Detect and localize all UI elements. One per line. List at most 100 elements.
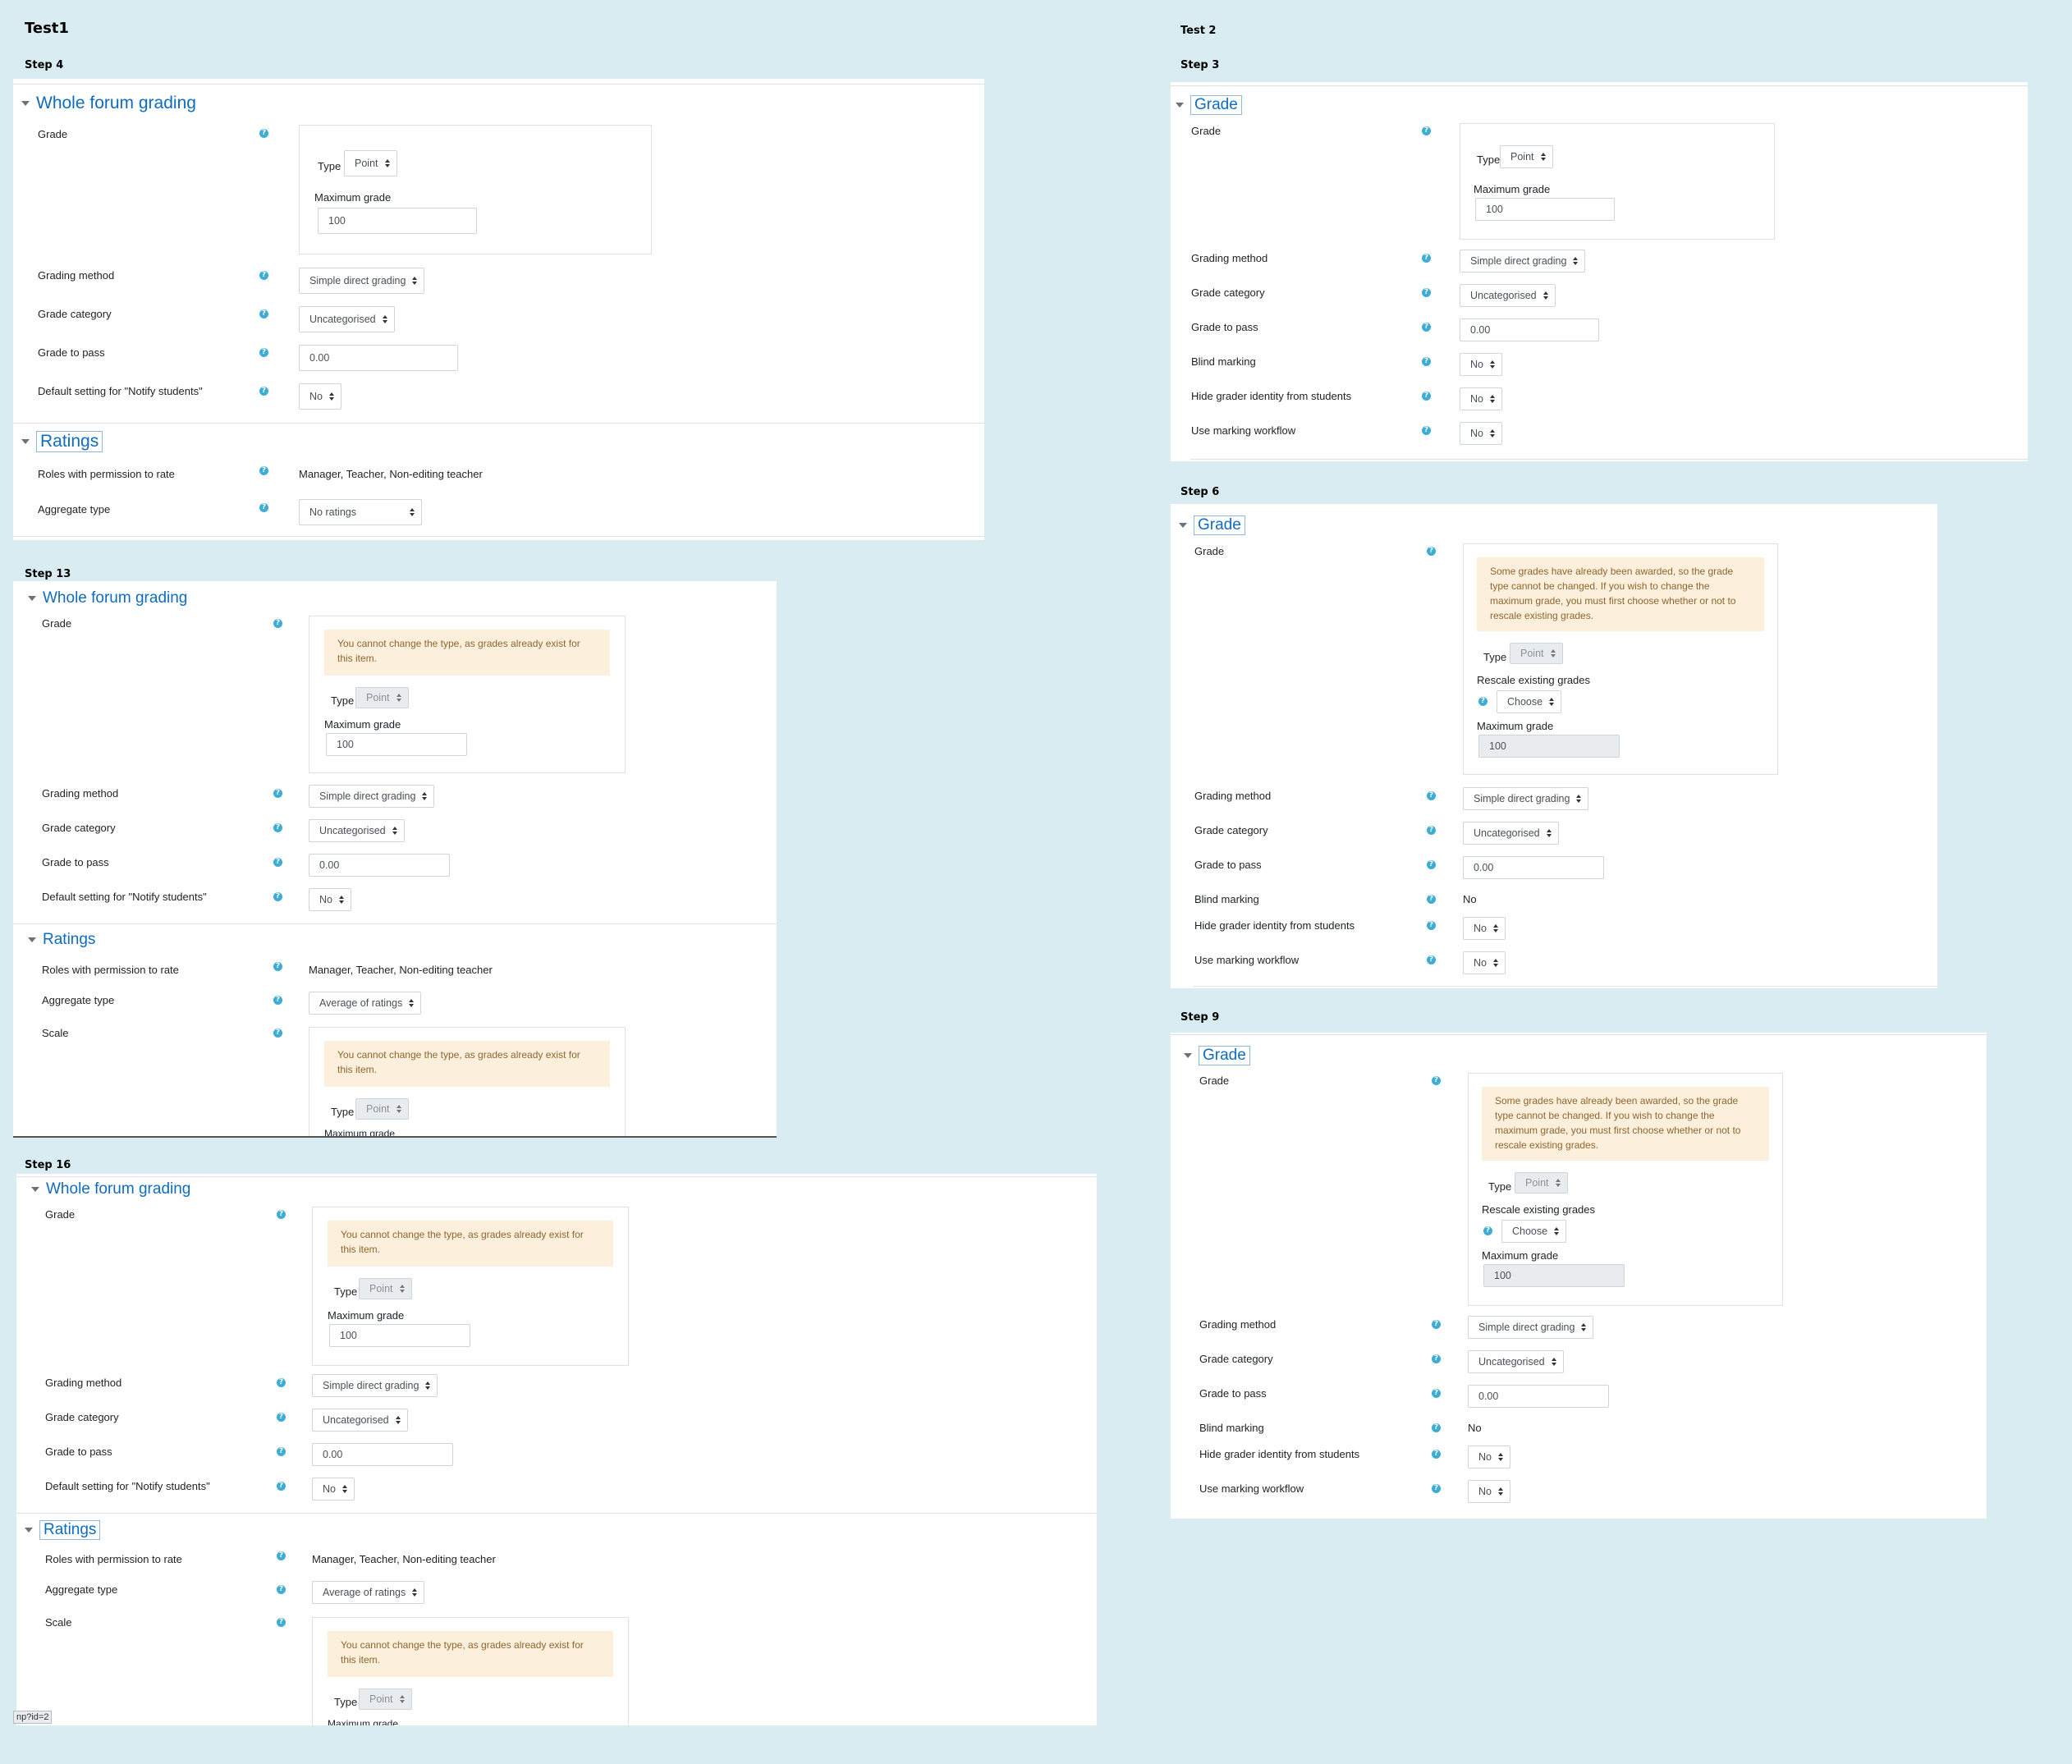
- help-icon[interactable]: ?: [1432, 1484, 1441, 1493]
- grade-category-select[interactable]: Uncategorised: [1463, 822, 1559, 845]
- help-icon[interactable]: ?: [1422, 126, 1431, 135]
- grading-method-select[interactable]: Simple direct grading: [309, 785, 435, 808]
- help-icon[interactable]: ?: [273, 789, 282, 798]
- help-icon[interactable]: ?: [273, 892, 282, 901]
- section-ratings[interactable]: Ratings: [21, 431, 103, 452]
- help-icon[interactable]: ?: [1432, 1354, 1441, 1363]
- section-whole-forum-grading[interactable]: Whole forum grading: [31, 1180, 190, 1198]
- help-icon[interactable]: ?: [273, 962, 282, 971]
- help-icon[interactable]: ?: [259, 503, 268, 512]
- grade-to-pass-input[interactable]: 0.00: [1463, 856, 1604, 879]
- help-icon[interactable]: ?: [1432, 1320, 1441, 1329]
- help-icon[interactable]: ?: [1422, 392, 1431, 401]
- section-grade[interactable]: Grade: [1176, 95, 1242, 115]
- select-value: No: [309, 391, 323, 402]
- grade-category-select[interactable]: Uncategorised: [1460, 284, 1556, 307]
- max-grade-input[interactable]: 100: [329, 1324, 470, 1347]
- help-icon[interactable]: ?: [1422, 254, 1431, 263]
- section-whole-forum-grading[interactable]: Whole forum grading: [28, 589, 187, 607]
- max-grade-input[interactable]: 100: [318, 208, 477, 234]
- help-icon[interactable]: ?: [277, 1447, 286, 1456]
- help-icon[interactable]: ?: [1422, 323, 1431, 332]
- grade-to-pass-input[interactable]: 0.00: [1468, 1385, 1609, 1408]
- max-grade-input[interactable]: 100: [326, 733, 467, 756]
- hide-grader-select[interactable]: No: [1463, 917, 1506, 940]
- help-icon[interactable]: ?: [273, 823, 282, 832]
- help-icon[interactable]: ?: [277, 1482, 286, 1491]
- help-icon[interactable]: ?: [1427, 860, 1436, 869]
- help-icon[interactable]: ?: [1427, 955, 1436, 964]
- help-icon[interactable]: ?: [1432, 1389, 1441, 1398]
- grade-category-select[interactable]: Uncategorised: [312, 1409, 408, 1432]
- type-select[interactable]: Point: [344, 150, 397, 176]
- notify-students-select[interactable]: No: [312, 1478, 355, 1501]
- aggregate-type-select[interactable]: No ratings: [299, 499, 422, 525]
- aggregate-type-select[interactable]: Average of ratings: [312, 1581, 425, 1604]
- grading-method-select[interactable]: Simple direct grading: [1468, 1316, 1594, 1339]
- marking-workflow-select[interactable]: No: [1463, 951, 1506, 974]
- help-icon[interactable]: ?: [259, 271, 268, 280]
- grade-category-select[interactable]: Uncategorised: [299, 306, 395, 332]
- grading-method-select[interactable]: Simple direct grading: [312, 1374, 438, 1397]
- rescale-select[interactable]: Choose: [1501, 1220, 1567, 1243]
- type-select[interactable]: Point: [1500, 145, 1553, 168]
- help-icon[interactable]: ?: [1427, 826, 1436, 835]
- aggregate-type-select[interactable]: Average of ratings: [309, 992, 422, 1015]
- help-icon[interactable]: ?: [277, 1585, 286, 1594]
- help-icon[interactable]: ?: [273, 619, 282, 628]
- grading-method-select[interactable]: Simple direct grading: [1460, 250, 1586, 273]
- help-icon[interactable]: ?: [1432, 1423, 1441, 1432]
- help-icon[interactable]: ?: [1478, 697, 1488, 706]
- max-grade-input[interactable]: 100: [1475, 198, 1615, 221]
- help-icon[interactable]: ?: [1427, 921, 1436, 930]
- grade-to-pass-input[interactable]: 0.00: [309, 854, 450, 877]
- section-whole-forum-grading[interactable]: Whole forum grading: [21, 94, 196, 113]
- section-ratings[interactable]: Ratings: [25, 1520, 101, 1540]
- help-icon[interactable]: ?: [277, 1413, 286, 1422]
- marking-workflow-select[interactable]: No: [1460, 422, 1502, 445]
- help-icon[interactable]: ?: [1422, 426, 1431, 435]
- help-icon[interactable]: ?: [1432, 1450, 1441, 1459]
- help-icon[interactable]: ?: [1422, 357, 1431, 366]
- caret-down-icon: [28, 937, 36, 942]
- help-icon[interactable]: ?: [277, 1378, 286, 1387]
- help-icon[interactable]: ?: [277, 1618, 286, 1627]
- help-icon[interactable]: ?: [1483, 1226, 1492, 1235]
- help-icon[interactable]: ?: [259, 387, 268, 396]
- hide-grader-select[interactable]: No: [1460, 387, 1502, 410]
- help-icon[interactable]: ?: [277, 1551, 286, 1560]
- help-icon[interactable]: ?: [1422, 288, 1431, 297]
- help-icon[interactable]: ?: [273, 996, 282, 1005]
- hide-grader-select[interactable]: No: [1468, 1446, 1510, 1468]
- help-icon[interactable]: ?: [259, 466, 268, 475]
- grading-method-select[interactable]: Simple direct grading: [1463, 787, 1589, 810]
- grade-category-select[interactable]: Uncategorised: [309, 819, 405, 842]
- grade-fieldset: Type Point Maximum grade 100: [299, 125, 652, 254]
- grade-category-select[interactable]: Uncategorised: [1468, 1350, 1564, 1373]
- section-heading: Whole forum grading: [36, 94, 196, 112]
- type-locked-alert: You cannot change the type, as grades al…: [324, 1041, 610, 1087]
- help-icon[interactable]: ?: [1432, 1076, 1441, 1085]
- blind-marking-select[interactable]: No: [1460, 353, 1502, 376]
- help-icon[interactable]: ?: [273, 858, 282, 867]
- section-grade[interactable]: Grade: [1179, 515, 1245, 535]
- marking-workflow-select[interactable]: No: [1468, 1480, 1510, 1503]
- section-ratings[interactable]: Ratings: [28, 931, 95, 949]
- help-icon[interactable]: ?: [1427, 547, 1436, 556]
- step-16-label: Step 16: [25, 1159, 71, 1171]
- help-icon[interactable]: ?: [277, 1210, 286, 1219]
- notify-students-select[interactable]: No: [309, 888, 351, 911]
- help-icon[interactable]: ?: [1427, 895, 1436, 904]
- rescale-select[interactable]: Choose: [1497, 690, 1562, 713]
- help-icon[interactable]: ?: [259, 348, 268, 357]
- help-icon[interactable]: ?: [1427, 791, 1436, 800]
- help-icon[interactable]: ?: [273, 1029, 282, 1038]
- section-grade[interactable]: Grade: [1184, 1046, 1250, 1065]
- help-icon[interactable]: ?: [259, 129, 268, 138]
- help-icon[interactable]: ?: [259, 309, 268, 318]
- grading-method-select[interactable]: Simple direct grading: [299, 268, 425, 294]
- grade-to-pass-input[interactable]: 0.00: [312, 1443, 453, 1466]
- grade-to-pass-input[interactable]: 0.00: [299, 345, 458, 371]
- notify-students-select[interactable]: No: [299, 383, 342, 410]
- grade-to-pass-input[interactable]: 0.00: [1460, 318, 1599, 341]
